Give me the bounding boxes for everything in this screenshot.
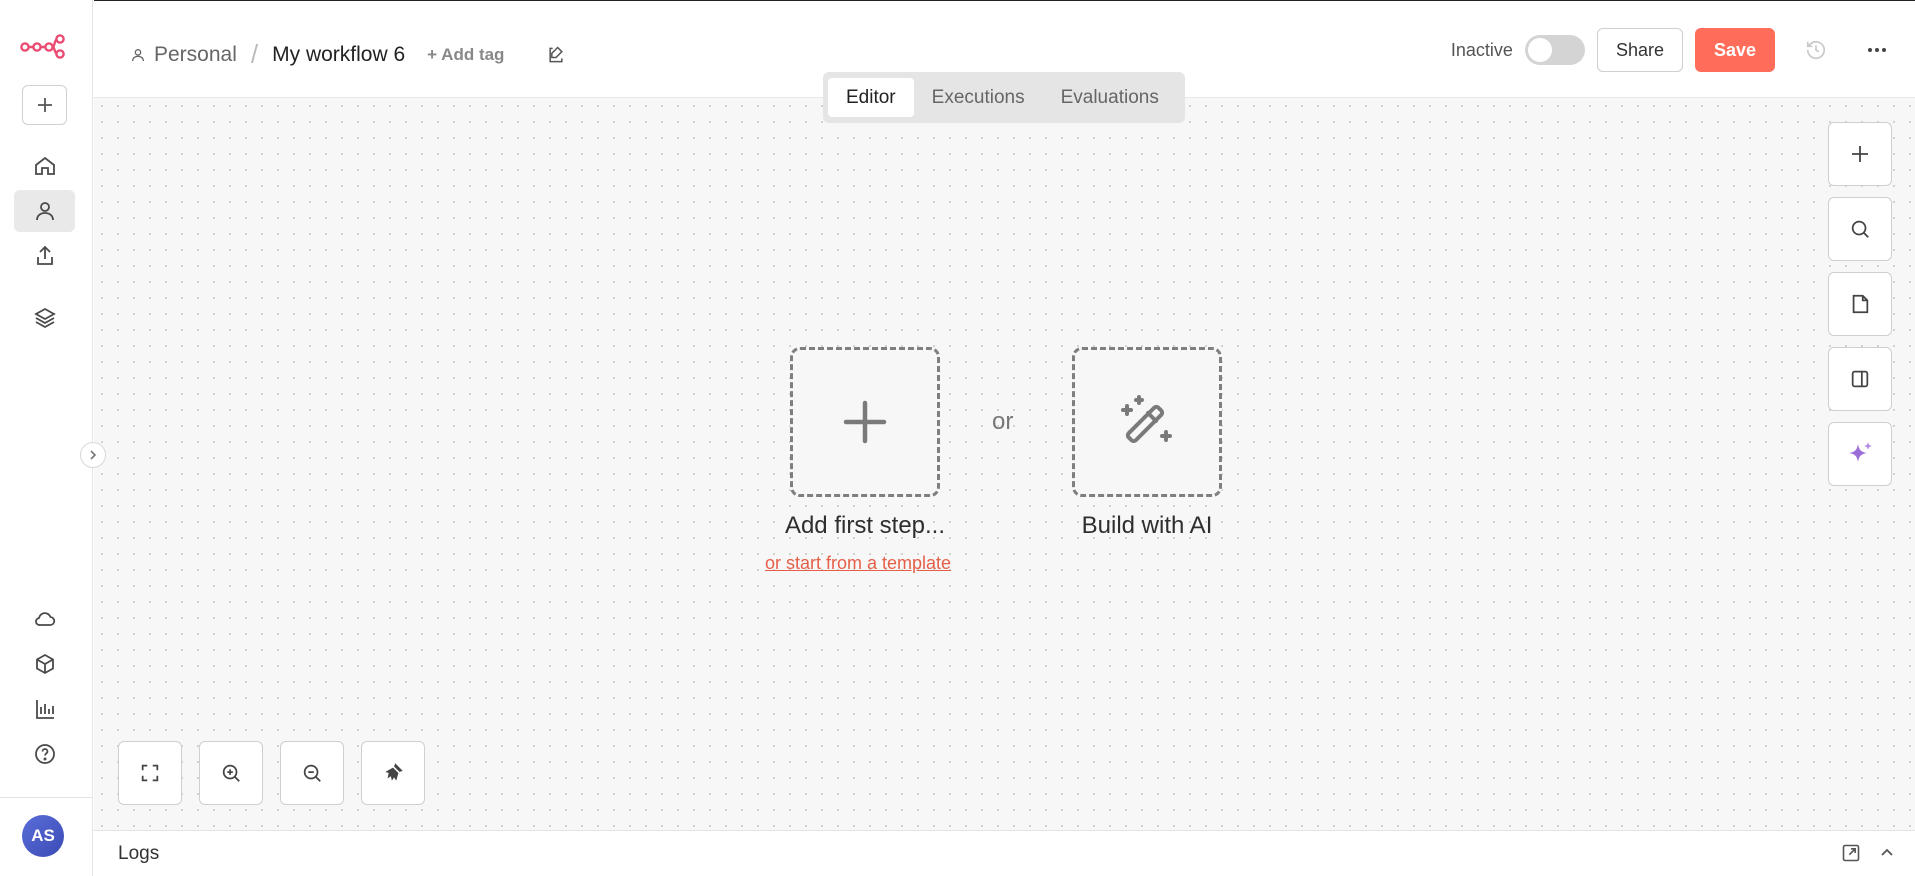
logs-actions bbox=[1841, 843, 1895, 863]
chevron-up-icon bbox=[1881, 848, 1893, 856]
sidebar-item-shared[interactable] bbox=[14, 235, 75, 277]
build-with-ai-label: Build with AI bbox=[1081, 512, 1213, 539]
sidebar-item-templates[interactable] bbox=[14, 297, 75, 339]
zoom-out-button[interactable] bbox=[280, 741, 344, 805]
note-icon bbox=[1852, 294, 1869, 314]
logs-panel[interactable]: Logs bbox=[94, 830, 1915, 876]
status-label: Inactive bbox=[1450, 39, 1513, 60]
help-icon bbox=[34, 744, 55, 764]
sidebar-item-insights[interactable] bbox=[14, 688, 75, 730]
n8n-logo-icon[interactable] bbox=[20, 33, 66, 59]
share-icon bbox=[36, 245, 53, 265]
sidebar-collapse-button[interactable] bbox=[80, 442, 106, 468]
plus-icon bbox=[1852, 146, 1868, 162]
pop-out-logs-button[interactable] bbox=[1841, 843, 1861, 863]
canvas-zoom-toolbar bbox=[118, 741, 442, 805]
zoom-in-icon bbox=[222, 764, 240, 782]
pop-out-icon bbox=[1842, 844, 1860, 862]
more-horizontal-icon bbox=[1868, 48, 1886, 52]
workflow-canvas[interactable]: Add first step... or start from a templa… bbox=[94, 98, 1915, 830]
sidebar-item-cloud[interactable] bbox=[14, 598, 75, 640]
create-button[interactable] bbox=[22, 85, 67, 125]
canvas-right-toolbar bbox=[1828, 122, 1892, 497]
history-icon bbox=[1806, 41, 1826, 60]
add-first-step-label: Add first step... bbox=[784, 512, 946, 539]
active-toggle[interactable] bbox=[1524, 35, 1585, 65]
add-first-step-button[interactable] bbox=[790, 347, 940, 497]
search-icon bbox=[1851, 220, 1869, 238]
box-icon bbox=[35, 653, 54, 675]
logs-label: Logs bbox=[118, 842, 160, 864]
sidebar-item-overview[interactable] bbox=[14, 145, 75, 187]
save-button[interactable]: Save bbox=[1695, 28, 1775, 72]
add-tag-button[interactable]: + Add tag bbox=[427, 45, 504, 65]
sidebar-item-help[interactable] bbox=[14, 733, 75, 775]
tab-editor[interactable]: Editor bbox=[828, 78, 914, 117]
home-icon bbox=[34, 156, 55, 175]
breadcrumb: Personal / My workflow 6 + Add tag bbox=[130, 39, 566, 70]
avatar[interactable]: AS bbox=[22, 815, 64, 857]
breadcrumb-project[interactable]: Personal bbox=[154, 43, 237, 67]
tab-evaluations[interactable]: Evaluations bbox=[1043, 78, 1177, 117]
sidebar-item-packages[interactable] bbox=[14, 643, 75, 685]
tab-executions[interactable]: Executions bbox=[914, 78, 1043, 117]
start-from-template-link[interactable]: or start from a template bbox=[765, 553, 951, 574]
header-actions: Inactive Share Save bbox=[1451, 28, 1887, 72]
add-sticky-note-button[interactable] bbox=[1828, 272, 1892, 336]
zoom-out-icon bbox=[303, 764, 321, 782]
panel-icon bbox=[1851, 370, 1869, 388]
view-tabs: Editor Executions Evaluations bbox=[823, 72, 1185, 123]
workflow-name[interactable]: My workflow 6 bbox=[272, 43, 405, 67]
share-button[interactable]: Share bbox=[1596, 28, 1683, 72]
edit-description-button[interactable] bbox=[546, 45, 566, 65]
person-icon bbox=[35, 202, 54, 221]
plus-icon bbox=[37, 98, 52, 112]
sidebar: AS bbox=[0, 0, 93, 876]
sidebar-divider bbox=[0, 797, 93, 798]
chart-icon bbox=[35, 700, 54, 719]
plus-icon bbox=[843, 400, 887, 444]
zoom-in-button[interactable] bbox=[199, 741, 263, 805]
ai-assistant-button[interactable] bbox=[1828, 422, 1892, 486]
search-nodes-button[interactable] bbox=[1828, 197, 1892, 261]
toggle-knob bbox=[1527, 38, 1552, 62]
build-with-ai-button[interactable] bbox=[1072, 347, 1222, 497]
person-icon bbox=[132, 48, 144, 61]
tidy-up-button[interactable] bbox=[361, 741, 425, 805]
or-label: or bbox=[992, 408, 1014, 435]
more-options-button[interactable] bbox=[1867, 47, 1887, 53]
cloud-icon bbox=[34, 612, 55, 626]
expand-logs-button[interactable] bbox=[1879, 845, 1895, 861]
layers-icon bbox=[33, 307, 56, 329]
toggle-panel-button[interactable] bbox=[1828, 347, 1892, 411]
add-node-button[interactable] bbox=[1828, 122, 1892, 186]
history-button[interactable] bbox=[1805, 39, 1827, 61]
clean-up-icon bbox=[385, 763, 403, 781]
breadcrumb-separator: / bbox=[250, 39, 259, 69]
sidebar-item-personal[interactable] bbox=[14, 190, 75, 232]
chevron-right-icon bbox=[90, 450, 97, 460]
magic-wand-icon bbox=[1121, 395, 1172, 444]
fit-view-icon bbox=[141, 764, 159, 782]
fit-view-button[interactable] bbox=[118, 741, 182, 805]
ai-sparkle-icon bbox=[1849, 442, 1872, 462]
edit-note-icon bbox=[549, 45, 564, 62]
